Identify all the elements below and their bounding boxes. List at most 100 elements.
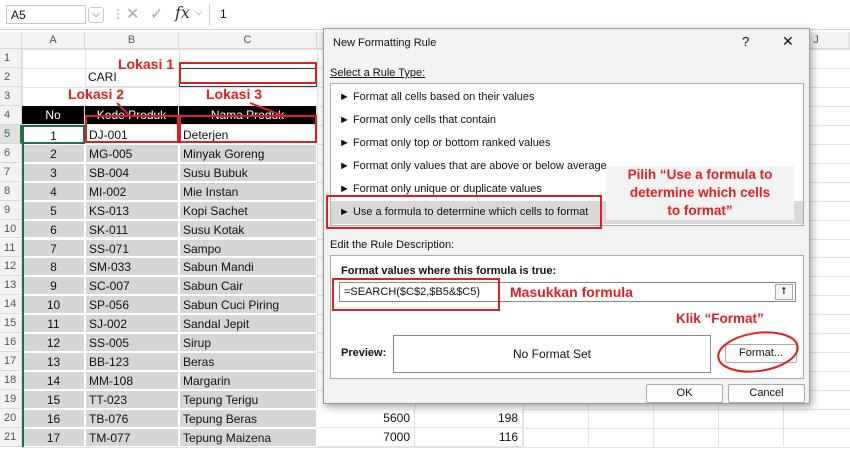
cell-nama-produk[interactable]: Mie Instan bbox=[179, 181, 317, 201]
column-header[interactable]: B bbox=[85, 32, 179, 49]
row-header[interactable]: 8 bbox=[0, 181, 22, 201]
cell-nama-produk[interactable]: Tepung Maizena bbox=[179, 428, 317, 447]
cell-no[interactable]: 3 bbox=[22, 162, 85, 182]
cell-kode-produk[interactable]: KS-013 bbox=[85, 200, 179, 220]
cell-kode-produk[interactable]: SC-007 bbox=[85, 276, 179, 296]
cell-nama-produk[interactable]: Sirup bbox=[179, 333, 317, 353]
cell-no[interactable]: 12 bbox=[22, 333, 85, 353]
cell-d-value[interactable]: 7000 bbox=[317, 428, 415, 447]
edit-rule-description-label: Edit the Rule Description: bbox=[330, 239, 455, 251]
cell-e-value[interactable]: 116 bbox=[415, 428, 523, 447]
cell-kode-produk[interactable]: SK-011 bbox=[85, 219, 179, 239]
row-header[interactable]: 5 bbox=[0, 124, 22, 144]
row-header[interactable]: 20 bbox=[0, 409, 22, 428]
highlight-lokasi-1 bbox=[179, 62, 317, 84]
row-header[interactable]: 14 bbox=[0, 295, 22, 315]
cell-nama-produk[interactable]: Sabun Mandi bbox=[179, 257, 317, 277]
cell-kode-produk[interactable]: SB-004 bbox=[85, 162, 179, 182]
cell-no[interactable]: 17 bbox=[22, 428, 85, 447]
cell-no[interactable]: 4 bbox=[22, 181, 85, 201]
column-header[interactable]: C bbox=[179, 32, 317, 49]
cell-kode-produk[interactable]: MM-108 bbox=[85, 371, 179, 391]
cell-kode-produk[interactable]: TM-077 bbox=[85, 428, 179, 447]
rule-type-item[interactable]: ► Format all cells based on their values bbox=[331, 86, 803, 109]
cell-nama-produk[interactable]: Sabun Cair bbox=[179, 276, 317, 296]
row-header[interactable]: 21 bbox=[0, 428, 22, 447]
cell-nama-produk[interactable]: Beras bbox=[179, 352, 317, 372]
formula-input[interactable]: 1 bbox=[220, 7, 227, 21]
help-button[interactable]: ? bbox=[742, 34, 749, 49]
annotation-lokasi-2: Lokasi 2 bbox=[68, 86, 125, 102]
row-header[interactable]: 16 bbox=[0, 333, 22, 353]
header-no[interactable]: No bbox=[22, 105, 85, 125]
cell-nama-produk[interactable]: Minyak Goreng bbox=[179, 143, 317, 163]
cell-kode-produk[interactable]: SS-071 bbox=[85, 238, 179, 258]
cell-nama-produk[interactable]: Susu Bubuk bbox=[179, 162, 317, 182]
row-header[interactable]: 6 bbox=[0, 143, 22, 163]
cell-no[interactable]: 5 bbox=[22, 200, 85, 220]
format-button[interactable]: Format... bbox=[725, 344, 797, 363]
cell-kode-produk[interactable]: MG-005 bbox=[85, 143, 179, 163]
rule-type-item[interactable]: ► Format only top or bottom ranked value… bbox=[331, 132, 803, 155]
cancel-button[interactable]: Cancel bbox=[728, 384, 805, 403]
cell-kode-produk[interactable]: SS-005 bbox=[85, 333, 179, 353]
cell-kode-produk[interactable]: TT-023 bbox=[85, 390, 179, 410]
rule-type-item[interactable]: ► Format only cells that contain bbox=[331, 109, 803, 132]
cell-kode-produk[interactable]: MI-002 bbox=[85, 181, 179, 201]
cell-no[interactable]: 1 bbox=[22, 124, 85, 144]
row-header[interactable]: 12 bbox=[0, 257, 22, 277]
cell-no[interactable]: 14 bbox=[22, 371, 85, 391]
cell-nama-produk[interactable]: Margarin bbox=[179, 371, 317, 391]
cell-no[interactable]: 9 bbox=[22, 276, 85, 296]
cell-nama-produk[interactable]: Sampo bbox=[179, 238, 317, 258]
cell-kode-produk[interactable]: SP-056 bbox=[85, 295, 179, 315]
name-box[interactable]: A5 bbox=[6, 5, 86, 24]
cell-no[interactable]: 10 bbox=[22, 295, 85, 315]
row-header[interactable]: 10 bbox=[0, 219, 22, 239]
grid-line bbox=[317, 49, 318, 446]
cell-no[interactable]: 6 bbox=[22, 219, 85, 239]
cell-nama-produk[interactable]: Tepung Beras bbox=[179, 409, 317, 428]
row-header[interactable]: 4 bbox=[0, 105, 22, 125]
ok-button[interactable]: OK bbox=[646, 384, 723, 403]
cancel-icon[interactable]: ✕ bbox=[126, 4, 139, 24]
row-header[interactable]: 11 bbox=[0, 238, 22, 258]
row-header[interactable]: 19 bbox=[0, 390, 22, 410]
annotation-klik: Klik “Format” bbox=[676, 311, 764, 326]
row-header[interactable]: 17 bbox=[0, 352, 22, 372]
cell-nama-produk[interactable]: Sandal Jepit bbox=[179, 314, 317, 334]
cell-no[interactable]: 15 bbox=[22, 390, 85, 410]
cell-nama-produk[interactable]: Tepung Terigu bbox=[179, 390, 317, 410]
cell-nama-produk[interactable]: Susu Kotak bbox=[179, 219, 317, 239]
cell-nama-produk[interactable]: Kopi Sachet bbox=[179, 200, 317, 220]
cell-no[interactable]: 2 bbox=[22, 143, 85, 163]
cell-kode-produk[interactable]: SM-033 bbox=[85, 257, 179, 277]
row-header[interactable]: 3 bbox=[0, 86, 22, 106]
cell-kode-produk[interactable]: BB-123 bbox=[85, 352, 179, 372]
cell-no[interactable]: 11 bbox=[22, 314, 85, 334]
collapse-dialog-icon[interactable]: ⭡ bbox=[775, 284, 793, 300]
enter-icon[interactable]: ✓ bbox=[150, 4, 163, 24]
cell-no[interactable]: 13 bbox=[22, 352, 85, 372]
row-header[interactable]: 1 bbox=[0, 49, 22, 68]
row-header[interactable]: 7 bbox=[0, 162, 22, 182]
close-icon[interactable]: ✕ bbox=[782, 33, 794, 50]
column-header[interactable]: A bbox=[22, 32, 85, 49]
row-header[interactable]: 18 bbox=[0, 371, 22, 391]
name-box-dropdown-icon[interactable]: ⌵ bbox=[88, 7, 104, 23]
row-header[interactable]: 13 bbox=[0, 276, 22, 296]
cell-no[interactable]: 8 bbox=[22, 257, 85, 277]
function-dropdown-icon[interactable]: ⌵ bbox=[195, 7, 203, 18]
select-all-corner[interactable] bbox=[0, 32, 22, 49]
row-header[interactable]: 15 bbox=[0, 314, 22, 334]
row-header[interactable]: 2 bbox=[0, 67, 22, 87]
cell-e-value[interactable]: 198 bbox=[415, 409, 523, 428]
insert-function-icon[interactable]: fx bbox=[175, 3, 190, 22]
row-header[interactable]: 9 bbox=[0, 200, 22, 220]
cell-no[interactable]: 16 bbox=[22, 409, 85, 428]
cell-nama-produk[interactable]: Sabun Cuci Piring bbox=[179, 295, 317, 315]
cell-kode-produk[interactable]: TB-076 bbox=[85, 409, 179, 428]
cell-kode-produk[interactable]: SJ-002 bbox=[85, 314, 179, 334]
cell-no[interactable]: 7 bbox=[22, 238, 85, 258]
cell-d-value[interactable]: 5600 bbox=[317, 409, 415, 428]
